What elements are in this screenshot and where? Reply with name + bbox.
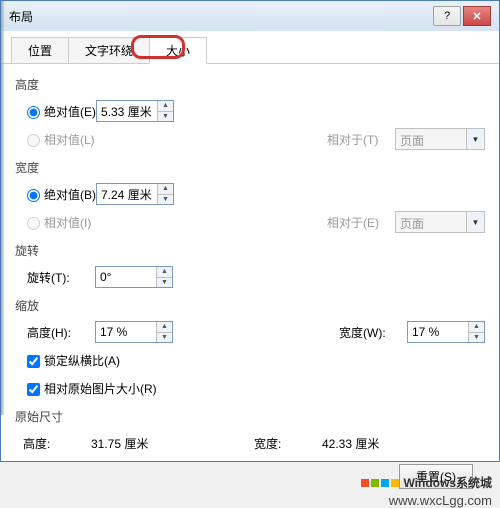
lock-aspect-text: 锁定纵横比(A)	[44, 354, 120, 368]
chevron-down-icon: ▼	[466, 129, 484, 149]
spinner-down-icon[interactable]: ▼	[157, 333, 172, 343]
scale-width-label: 宽度(W):	[339, 324, 407, 341]
width-rel-to-value: 页面	[396, 212, 466, 232]
original-width-pair: 宽度: 42.33 厘米	[254, 435, 485, 452]
width-abs-input[interactable]	[97, 184, 157, 204]
scale-row: 高度(H): ▲ ▼ 宽度(W): ▲ ▼	[15, 318, 485, 346]
rel-original-row: 相对原始图片大小(R)	[15, 374, 485, 402]
width-rel-radio	[27, 217, 40, 230]
original-group-title: 原始尺寸	[15, 402, 485, 429]
chevron-down-icon: ▼	[466, 212, 484, 232]
width-abs-spinner[interactable]: ▲ ▼	[96, 183, 174, 205]
height-rel-to-label: 相对于(T)	[327, 131, 395, 148]
tab-position[interactable]: 位置	[11, 37, 69, 63]
width-abs-radio[interactable]	[27, 189, 40, 202]
spinner-up-icon[interactable]: ▲	[157, 267, 172, 278]
width-rel-to-label: 相对于(E)	[327, 214, 395, 231]
height-abs-spinner[interactable]: ▲ ▼	[96, 100, 174, 122]
spinner-buttons: ▲ ▼	[156, 322, 172, 342]
dialog-content: 高度 绝对值(E) ▲ ▼ 相对值(L) ▲▼ 相对于(T) 页面 ▼	[1, 64, 499, 507]
spinner-up-icon[interactable]: ▲	[469, 322, 484, 333]
height-rel-radio	[27, 134, 40, 147]
height-rel-label: 相对值(L)	[44, 133, 95, 147]
tab-text-wrap[interactable]: 文字环绕	[68, 37, 150, 63]
spinner-buttons: ▲ ▼	[156, 267, 172, 287]
watermark-logo: Windows系统城	[361, 474, 492, 491]
width-rel-label: 相对值(I)	[44, 216, 91, 230]
help-button[interactable]: ?	[433, 6, 461, 26]
rel-original-checkbox[interactable]	[27, 383, 40, 396]
rotation-group-title: 旋转	[15, 236, 485, 263]
width-rel-to-group: 相对于(E) 页面 ▼	[327, 211, 485, 233]
height-group-title: 高度	[15, 70, 485, 97]
lock-aspect-checkbox[interactable]	[27, 355, 40, 368]
height-rel-to-value: 页面	[396, 129, 466, 149]
close-button[interactable]: ✕	[463, 6, 491, 26]
scale-group-title: 缩放	[15, 291, 485, 318]
rotation-row: 旋转(T): ▲ ▼	[15, 263, 485, 291]
rel-original-text: 相对原始图片大小(R)	[44, 382, 157, 396]
spinner-up-icon[interactable]: ▲	[157, 322, 172, 333]
width-abs-radio-label[interactable]: 绝对值(B)	[27, 186, 96, 203]
window-shadow	[1, 1, 5, 415]
height-abs-radio[interactable]	[27, 106, 40, 119]
spinner-down-icon[interactable]: ▼	[157, 278, 172, 288]
height-abs-radio-label[interactable]: 绝对值(E)	[27, 103, 96, 120]
spinner-down-icon[interactable]: ▼	[158, 195, 173, 205]
lock-aspect-label[interactable]: 锁定纵横比(A)	[27, 352, 120, 369]
original-size-row: 高度: 31.75 厘米 宽度: 42.33 厘米	[15, 429, 485, 452]
width-rel-to-combo: 页面 ▼	[395, 211, 485, 233]
original-height-label: 高度:	[23, 435, 91, 452]
spinner-up-icon[interactable]: ▲	[158, 101, 173, 112]
spinner-down-icon[interactable]: ▼	[158, 112, 173, 122]
scale-height-input[interactable]	[96, 322, 156, 342]
scale-height-spinner[interactable]: ▲ ▼	[95, 321, 173, 343]
title-buttons: ? ✕	[433, 6, 491, 26]
width-rel-radio-label[interactable]: 相对值(I)	[27, 214, 91, 231]
spinner-up-icon[interactable]: ▲	[158, 184, 173, 195]
scale-height-label: 高度(H):	[27, 324, 95, 341]
width-abs-label: 绝对值(B)	[44, 188, 96, 202]
watermark-brand: Windows系统城	[403, 474, 492, 491]
height-abs-input[interactable]	[97, 101, 157, 121]
height-rel-to-group: 相对于(T) 页面 ▼	[327, 128, 485, 150]
spinner-buttons: ▲ ▼	[468, 322, 484, 342]
watermark: Windows系统城 www.wxcLgg.com	[361, 474, 492, 508]
rotation-label: 旋转(T):	[27, 269, 95, 286]
tab-bar: 位置 文字环绕 大小	[1, 31, 499, 64]
original-width-label: 宽度:	[254, 435, 322, 452]
width-group-title: 宽度	[15, 153, 485, 180]
title-bar: 布局 ? ✕	[1, 1, 499, 31]
height-rel-row: 相对值(L) ▲▼ 相对于(T) 页面 ▼	[15, 125, 485, 153]
watermark-url: www.wxcLgg.com	[361, 493, 492, 508]
rel-original-label[interactable]: 相对原始图片大小(R)	[27, 380, 157, 397]
dialog-window: 布局 ? ✕ 位置 文字环绕 大小 高度 绝对值(E) ▲ ▼ 相对值(L) ▲…	[0, 0, 500, 462]
width-rel-row: 相对值(I) ▲▼ 相对于(E) 页面 ▼	[15, 208, 485, 236]
scale-width-spinner[interactable]: ▲ ▼	[407, 321, 485, 343]
height-abs-row: 绝对值(E) ▲ ▼	[15, 97, 485, 125]
height-abs-label: 绝对值(E)	[44, 105, 96, 119]
spinner-buttons: ▲ ▼	[157, 184, 173, 204]
scale-width-group: 宽度(W): ▲ ▼	[339, 321, 485, 343]
height-rel-to-combo: 页面 ▼	[395, 128, 485, 150]
original-width-value: 42.33 厘米	[322, 435, 379, 452]
spinner-down-icon[interactable]: ▼	[469, 333, 484, 343]
scale-width-input[interactable]	[408, 322, 468, 342]
lock-aspect-row: 锁定纵横比(A)	[15, 346, 485, 374]
width-abs-row: 绝对值(B) ▲ ▼	[15, 180, 485, 208]
rotation-spinner[interactable]: ▲ ▼	[95, 266, 173, 288]
original-height-value: 31.75 厘米	[91, 435, 148, 452]
windows-logo-icon	[361, 479, 399, 487]
window-title: 布局	[9, 8, 433, 25]
height-rel-radio-label[interactable]: 相对值(L)	[27, 131, 95, 148]
rotation-input[interactable]	[96, 267, 156, 287]
spinner-buttons: ▲ ▼	[157, 101, 173, 121]
original-height-pair: 高度: 31.75 厘米	[23, 435, 254, 452]
tab-size[interactable]: 大小	[149, 37, 207, 64]
